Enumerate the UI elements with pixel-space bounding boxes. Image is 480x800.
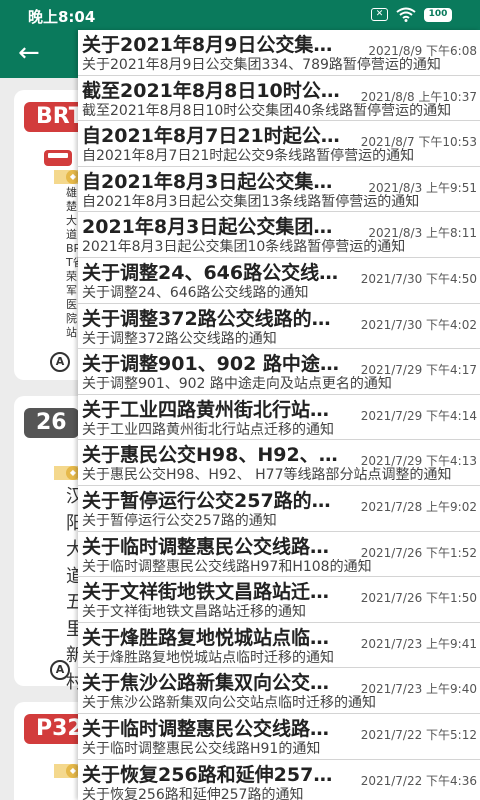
notice-summary: 关于调整901、902 路中途走向及站点更名的通知 xyxy=(82,376,392,393)
notice-title: 关于调整372路公交线路的通知 xyxy=(82,307,344,330)
notice-item[interactable]: 2021年8月3日起公交集团10条线路暂停营运的通知 2021/8/3 上午8:… xyxy=(78,212,480,258)
notice-title: 关于暂停运行公交257路的通知 xyxy=(82,490,344,512)
notice-summary: 截至2021年8月8日10时公交集团40条线路暂停营运的通知 xyxy=(82,102,452,119)
notice-title: 关于烽胜路复地悦城站点临时迁移的通知 xyxy=(82,626,344,649)
notice-title: 关于惠民公交H98、H92、H77等线路部分站点调整的通知 xyxy=(82,444,344,467)
notice-item[interactable]: 关于临时调整惠民公交线路H91的通知 2021/7/22 下午5:12 关于临时… xyxy=(78,714,480,760)
notice-title: 关于恢复256路和延伸257路的通知 xyxy=(82,763,344,786)
refresh-icon: A xyxy=(50,660,70,680)
notice-title: 2021年8月3日起公交集团10条线路暂停营运的通知 xyxy=(82,216,344,239)
battery-icon: 100 xyxy=(424,7,452,22)
notice-item[interactable]: 关于焦沙公路新集双向公交站点临时迁移的通知 2021/7/23 上午9:40 关… xyxy=(78,668,480,714)
notice-title: 截至2021年8月8日10时公交集团40条线路暂停营运的通知 xyxy=(82,79,344,102)
notice-item[interactable]: 关于暂停运行公交257路的通知 2021/7/28 上午9:02 关于暂停运行公… xyxy=(78,486,480,532)
notice-summary: 关于调整24、646路公交线路的通知 xyxy=(82,285,309,301)
notice-item[interactable]: 关于惠民公交H98、H92、H77等线路部分站点调整的通知 2021/7/29 … xyxy=(78,440,480,486)
notice-summary: 自2021年8月7日21时起公交9条线路暂停营运的通知 xyxy=(82,148,415,165)
status-time: 晚上8:04 xyxy=(28,8,96,26)
refresh-icon: A xyxy=(50,352,70,372)
notice-summary: 2021年8月3日起公交集团10条线路暂停营运的通知 xyxy=(82,239,406,256)
notice-item[interactable]: 关于调整901、902 路中途走向及站点更名的通知 2021/7/29 下午4:… xyxy=(78,349,480,395)
notice-list-popup: 关于2021年8月9日公交集团334、789路暂停营运的通知 2021/8/9 … xyxy=(78,30,480,800)
notice-item[interactable]: 关于临时调整惠民公交线路H97和H108的通知 2021/7/26 下午1:52… xyxy=(78,532,480,578)
route-badge: 26 xyxy=(24,408,79,438)
notice-title: 关于临时调整惠民公交线路H91的通知 xyxy=(82,718,344,740)
notice-title: 关于焦沙公路新集双向公交站点临时迁移的通知 xyxy=(82,672,344,695)
notice-item[interactable]: 关于2021年8月9日公交集团334、789路暂停营运的通知 2021/8/9 … xyxy=(78,30,480,76)
notice-summary: 关于工业四路黄州街北行站点迁移的通知 xyxy=(82,421,334,438)
notice-summary: 关于恢复256路和延伸257路的通知 xyxy=(82,786,304,800)
status-bar: 晚上8:04 ✕ 100 xyxy=(0,0,480,30)
notice-title: 关于调整24、646路公交线路的通知 xyxy=(82,262,344,284)
notice-summary: 关于调整372路公交线路的通知 xyxy=(82,330,277,347)
notice-summary: 关于惠民公交H98、H92、 H77等线路部分站点调整的通知 xyxy=(82,467,452,484)
notification-muted-icon: ✕ xyxy=(371,8,388,21)
notice-title: 关于工业四路黄州街北行站点迁移的通知 xyxy=(82,398,344,421)
back-arrow-icon[interactable]: ← xyxy=(18,38,40,68)
notice-title: 关于临时调整惠民公交线路H97和H108的通知 xyxy=(82,535,344,558)
notice-title: 自2021年8月7日21时起公交9条线路暂停营运的通知 xyxy=(82,125,344,148)
notice-item[interactable]: 截至2021年8月8日10时公交集团40条线路暂停营运的通知 2021/8/8 … xyxy=(78,76,480,122)
notice-item[interactable]: 关于文祥街地铁文昌路站迁移的通知 2021/7/26 下午1:50 关于文祥街地… xyxy=(78,577,480,623)
notice-summary: 关于烽胜路复地悦城站点临时迁移的通知 xyxy=(82,649,334,666)
notice-summary: 自2021年8月3日起公交集团13条线路暂停营运的通知 xyxy=(82,193,420,210)
notice-item[interactable]: 关于烽胜路复地悦城站点临时迁移的通知 2021/7/23 上午9:41 关于烽胜… xyxy=(78,623,480,669)
notice-item[interactable]: 关于工业四路黄州街北行站点迁移的通知 2021/7/29 下午4:14 关于工业… xyxy=(78,395,480,441)
notice-title: 自2021年8月3日起公交集团13条线路暂停营运的通知 xyxy=(82,170,344,193)
wifi-icon xyxy=(396,7,416,22)
notice-summary: 关于临时调整惠民公交线路H97和H108的通知 xyxy=(82,558,372,575)
status-icons: ✕ 100 xyxy=(371,7,452,22)
notice-item[interactable]: 关于恢复256路和延伸257路的通知 2021/7/22 下午4:36 关于恢复… xyxy=(78,760,480,800)
notice-title: 关于2021年8月9日公交集团334、789路暂停营运的通知 xyxy=(82,34,344,56)
notice-summary: 关于焦沙公路新集双向公交站点临时迁移的通知 xyxy=(82,695,376,712)
notice-item[interactable]: 自2021年8月7日21时起公交9条线路暂停营运的通知 2021/8/7 下午1… xyxy=(78,121,480,167)
notice-title: 关于文祥街地铁文昌路站迁移的通知 xyxy=(82,581,344,604)
notice-item[interactable]: 自2021年8月3日起公交集团13条线路暂停营运的通知 2021/8/3 上午9… xyxy=(78,167,480,213)
notice-summary: 关于2021年8月9日公交集团334、789路暂停营运的通知 xyxy=(82,57,441,73)
notice-item[interactable]: 关于调整24、646路公交线路的通知 2021/7/30 下午4:50 关于调整… xyxy=(78,258,480,304)
notice-summary: 关于临时调整惠民公交线路H91的通知 xyxy=(82,741,321,757)
notice-summary: 关于文祥街地铁文昌路站迁移的通知 xyxy=(82,604,306,621)
notice-item[interactable]: 关于调整372路公交线路的通知 2021/7/30 下午4:02 关于调整372… xyxy=(78,304,480,350)
notice-title: 关于调整901、902 路中途走向及站点更名的通知 xyxy=(82,353,344,376)
bus-icon xyxy=(44,150,72,166)
notice-summary: 关于暂停运行公交257路的通知 xyxy=(82,513,277,529)
